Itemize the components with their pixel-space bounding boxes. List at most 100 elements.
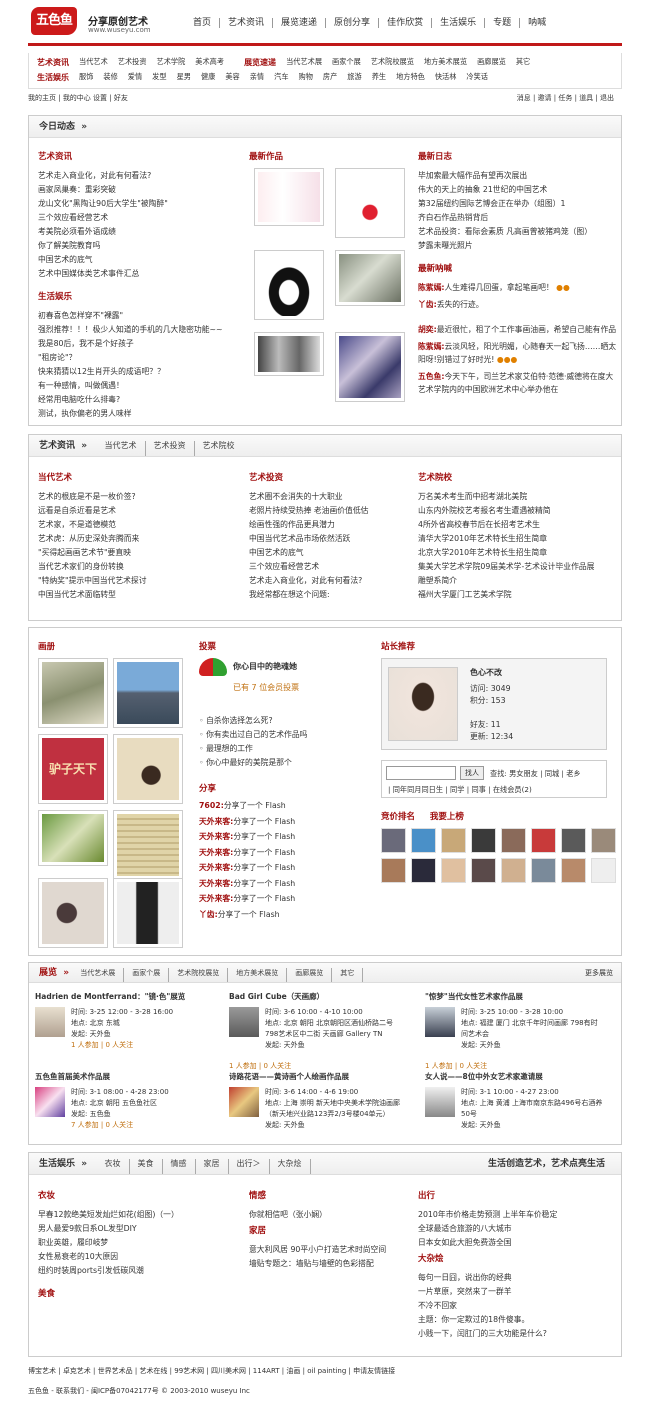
subnav-item[interactable]: 美容 [225,72,239,83]
subnav-label-life[interactable]: 生活娱乐 [29,72,79,83]
share-user[interactable]: 天外来客: [199,848,233,857]
logout-link[interactable]: 退出 [600,94,614,102]
share-text[interactable]: 分享了一个 Flash [233,894,295,903]
list-item[interactable]: 龙山文化"黑陶让90后大学生"被陶醉" [38,197,248,211]
avatar[interactable] [561,858,586,883]
list-item[interactable]: 艺术中国媒体类艺术事件汇总 [38,267,248,281]
list-item[interactable]: 小贱一下，闰肛门的三大功能是什么? [418,1327,618,1341]
album-thumb[interactable]: 驴子天下 [38,734,108,804]
nav-original[interactable]: 原创分享 [326,18,380,28]
exhibit-more-link[interactable]: 更多展览 [585,963,613,983]
fashion-title[interactable]: 衣妆 [38,1189,248,1201]
list-item[interactable]: 山东内外院校艺考报名考生遭遇被精简 [418,504,618,518]
list-item[interactable]: 经常用电脑吃什么排毒? [38,393,248,407]
list-item[interactable]: 当代艺术家们的身份转换 [38,560,248,574]
avatar[interactable] [591,858,616,883]
list-item[interactable]: 我经常都在想这个问题: [249,588,419,602]
list-item[interactable]: 职业英雄，履印岐梦 [38,1236,248,1250]
footer-link[interactable]: 四川美术网 [211,1367,246,1375]
exhibit-tab[interactable]: 艺术院校展览 [169,968,229,982]
subnav-item[interactable]: 服饰 [79,72,93,83]
album-thumb[interactable] [113,734,183,804]
avatar[interactable] [591,828,616,853]
exhibit-arrow[interactable]: » [63,963,69,982]
today-arrow[interactable]: » [81,116,87,137]
recommend-name[interactable]: 色心不改 [470,667,502,678]
list-item[interactable]: 我是80后，我不是个好孩子 [38,337,248,351]
list-item[interactable]: 强烈推荐！！！极少人知道的手机的几大隐密功能~~ [38,323,248,337]
schools-title[interactable]: 艺术院校 [418,471,618,483]
exhibit-item-title[interactable]: 女人说——8位中外女艺术家邀请展 [425,1071,615,1082]
avatar[interactable] [441,828,466,853]
subnav-item[interactable]: 美术高考 [195,57,224,68]
nav-works[interactable]: 佳作欣赏 [379,18,433,28]
share-user[interactable]: 天外来客: [199,894,233,903]
list-item[interactable]: 全球最适合旅游的八大城市 [418,1222,618,1236]
link-classmate[interactable]: 同学 [450,785,464,794]
share-user[interactable]: 天外来客: [199,863,233,872]
list-item[interactable]: 考美院必须看外语成绩 [38,225,248,239]
vote-item[interactable]: ◦ 你有卖出过自己的艺术作品吗 [199,728,379,742]
shout-user[interactable]: 五色鱼: [418,372,445,381]
work-thumb[interactable] [335,250,405,306]
exhibit-tab[interactable]: 地方美术展览 [228,968,288,982]
link-hometown[interactable]: 老乡 [566,769,580,778]
footer-link[interactable]: 艺术在线 [139,1367,167,1375]
shouts-title[interactable]: 最新呐喊 [418,262,618,274]
list-item[interactable]: 初春喜色怎样穿不"裸露" [38,309,248,323]
avatar[interactable] [411,828,436,853]
share-user[interactable]: 天外来客: [199,879,233,888]
food-title[interactable]: 美食 [38,1287,248,1299]
exhibit-item-title[interactable]: 诗路花语——黄诗画个人绘画作品展 [229,1071,419,1082]
subnav-item[interactable]: 当代艺术 [79,57,108,68]
subnav-item[interactable]: 装修 [103,72,117,83]
subnav-item[interactable]: 地方美术展览 [424,57,467,68]
user-home-link[interactable]: 我的主页 [28,94,56,102]
footer-link[interactable]: 114ART [253,1367,280,1375]
share-text[interactable]: 分享了一个 Flash [218,910,280,919]
ranking-title[interactable]: 竞价排名 [381,812,415,822]
lifestyle-tab[interactable]: 衣妆 [97,1159,130,1174]
exhibit-item-title[interactable]: "惊梦"当代女性艺术家作品展 [425,991,615,1002]
site-logo[interactable]: 五色鱼 [31,7,77,35]
share-text[interactable]: 分享了一个 Flash [233,817,295,826]
exhibit-tab[interactable]: 当代艺术展 [72,968,125,982]
subnav-item[interactable]: 健康 [201,72,215,83]
subnav-item[interactable]: 艺术学院 [157,57,186,68]
subnav-item[interactable]: 当代艺术展 [286,57,322,68]
list-item[interactable]: 毕加索最大幅作品有望再次展出 [418,169,618,183]
nav-shout[interactable]: 呐喊 [520,18,554,28]
invite-link[interactable]: 邀请 [538,94,552,102]
friends-link[interactable]: 好友 [114,94,128,102]
album-thumb[interactable] [113,658,183,728]
work-thumb[interactable] [335,332,405,402]
list-item[interactable]: 远看是自杀近看是艺术 [38,504,248,518]
list-item[interactable]: 齐白石作品热销背后 [418,211,618,225]
list-item[interactable]: 绘画性强的作品更具潜力 [249,518,419,532]
album-thumb[interactable] [38,810,108,866]
list-item[interactable]: 老照片持续受热捧 老油画价值低估 [249,504,419,518]
avatar[interactable] [471,858,496,883]
lifestyle-tab[interactable]: 美食 [130,1159,163,1174]
shout-user[interactable]: 胡奕: [418,325,437,334]
list-item[interactable]: 中国艺术的底气 [249,546,419,560]
avatar[interactable] [501,828,526,853]
list-item[interactable]: 雕塑系简介 [418,574,618,588]
subnav-item[interactable]: 房产 [323,72,337,83]
list-item[interactable]: 艺术圈不会消失的十大职业 [249,490,419,504]
subnav-item[interactable]: 爱情 [128,72,142,83]
subnav-item[interactable]: 地方特色 [396,72,425,83]
footer-link[interactable]: oil painting [307,1367,346,1375]
vote-item[interactable]: ◦ 自杀你选择怎么死? [199,714,379,728]
subnav-item[interactable]: 发型 [152,72,166,83]
lifestyle-tab[interactable]: 大杂烩 [270,1159,311,1174]
items-link[interactable]: 道具 [579,94,593,102]
exhibit-item-title[interactable]: 五色鱼首届美术作品展 [35,1071,225,1082]
link-colleague[interactable]: 同事 [471,785,485,794]
logs-title[interactable]: 最新日志 [418,150,618,162]
subnav-item[interactable]: 其它 [516,57,530,68]
list-item[interactable]: 每句一日囧，说出你的经典 [418,1271,618,1285]
list-item[interactable]: 集美大学艺术学院09届美术学-艺术设计毕业作品展 [418,560,618,574]
list-item[interactable]: 你了解美院教育吗 [38,239,248,253]
list-item[interactable]: 主题：你一定欺过的18件傻事。 [418,1313,618,1327]
